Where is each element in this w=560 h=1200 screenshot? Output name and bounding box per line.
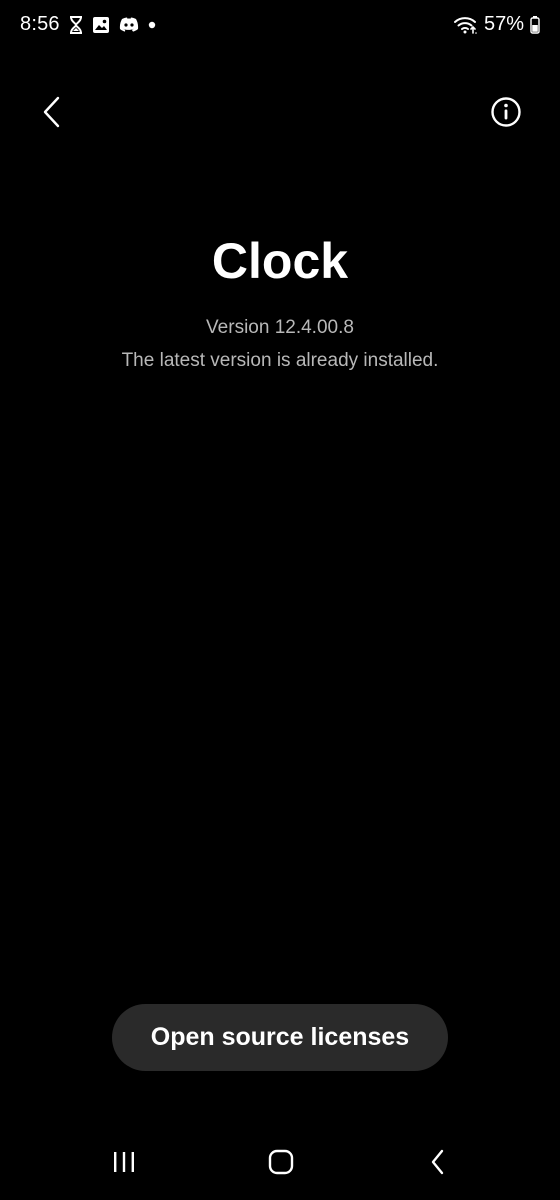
app-name: Clock — [211, 233, 349, 289]
discord-icon — [119, 17, 139, 33]
app-info-button[interactable] — [486, 94, 526, 134]
wifi-icon — [453, 16, 478, 34]
status-time: 8:56 — [20, 13, 60, 35]
status-bar: 8:56 57% — [0, 0, 560, 52]
nav-back-button[interactable] — [414, 1142, 462, 1186]
home-icon — [268, 1149, 294, 1180]
navigation-bar — [0, 1130, 560, 1200]
recents-button[interactable] — [100, 1142, 148, 1186]
status-bar-left: 8:56 — [20, 13, 156, 36]
open-source-licenses-button[interactable]: Open source licenses — [112, 1004, 448, 1071]
app-version: Version 12.4.00.8 — [206, 317, 354, 338]
notification-dot-icon — [148, 21, 156, 29]
chevron-left-icon — [42, 96, 62, 133]
info-icon — [490, 96, 522, 133]
recents-icon — [111, 1150, 137, 1179]
home-button[interactable] — [257, 1142, 305, 1186]
back-button[interactable] — [32, 94, 72, 134]
update-status: The latest version is already installed. — [121, 350, 439, 371]
back-icon — [430, 1149, 446, 1180]
top-app-bar — [0, 84, 560, 144]
image-icon — [92, 16, 110, 34]
battery-icon — [530, 15, 540, 34]
status-bar-right: 57% — [453, 13, 540, 36]
battery-percent: 57% — [483, 13, 524, 35]
hourglass-icon — [69, 15, 83, 34]
